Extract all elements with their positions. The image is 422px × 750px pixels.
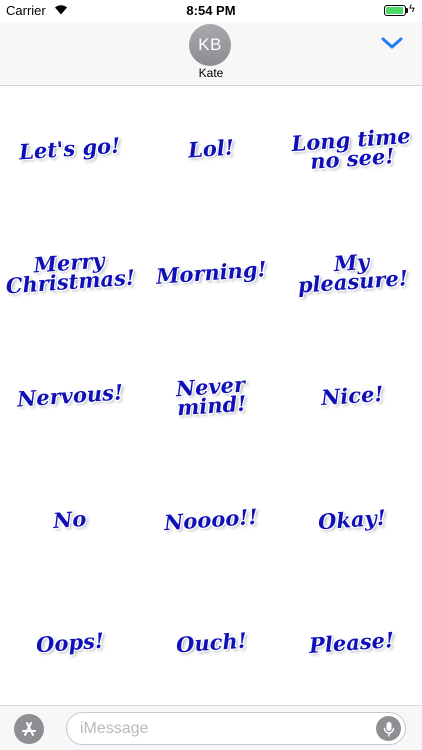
sticker-text: Morning! — [154, 255, 268, 289]
sticker[interactable]: Ouch! — [141, 581, 281, 704]
sticker-text: Nice! — [319, 381, 385, 411]
message-input-bar — [0, 705, 422, 750]
sticker-text: My pleasure! — [296, 248, 409, 298]
app-store-button[interactable] — [14, 714, 44, 744]
sticker-text: Please! — [308, 627, 396, 659]
microphone-button[interactable] — [376, 716, 401, 741]
sticker[interactable]: Nice! — [282, 334, 422, 457]
sticker[interactable]: Nervous! — [0, 334, 140, 457]
message-field[interactable] — [66, 712, 406, 745]
sticker-text: Ouch! — [174, 627, 248, 658]
sticker-grid: Let's go! Lol! Long time no see! Merry Chri… — [0, 87, 422, 705]
clock: 8:54 PM — [186, 3, 236, 18]
sticker-text: Okay! — [317, 504, 387, 535]
contact-name[interactable]: Kate — [0, 66, 422, 80]
sticker-text: Merry Christmas! — [5, 247, 137, 299]
sticker-text: Oops! — [35, 628, 105, 658]
sticker[interactable]: Lol! — [141, 87, 281, 210]
chevron-down-icon[interactable] — [381, 36, 403, 50]
sticker-text: Never mind! — [174, 371, 248, 421]
battery-level — [386, 7, 403, 14]
sticker[interactable]: Oops! — [0, 581, 140, 704]
sticker[interactable]: Please! — [282, 581, 422, 704]
battery-icon — [384, 5, 406, 16]
sticker[interactable]: Long time no see! — [282, 87, 422, 210]
avatar-initials: KB — [198, 35, 222, 54]
sticker[interactable]: Never mind! — [141, 334, 281, 457]
battery-tip — [406, 8, 408, 13]
sticker-text: Long time no see! — [290, 122, 412, 174]
sticker[interactable]: Okay! — [282, 458, 422, 581]
sticker[interactable]: My pleasure! — [282, 211, 422, 334]
charging-bolt-icon: ϟ — [409, 3, 415, 15]
sticker-text: Noooo!! — [163, 503, 259, 536]
sticker[interactable]: Noooo!! — [141, 458, 281, 581]
app-store-icon — [22, 722, 36, 736]
microphone-icon — [383, 721, 394, 737]
contact-avatar[interactable]: KB — [189, 24, 231, 66]
sticker[interactable]: Merry Christmas! — [0, 211, 140, 334]
sticker[interactable]: Morning! — [141, 211, 281, 334]
sticker-text: Lol! — [187, 134, 235, 163]
sticker[interactable]: Let's go! — [0, 87, 140, 210]
sticker[interactable]: No — [0, 458, 140, 581]
status-bar: Carrier 8:54 PM ϟ — [0, 0, 422, 22]
sticker-text: Let's go! — [18, 132, 122, 165]
sticker-text: Nervous! — [16, 379, 124, 412]
sticker-text: No — [52, 505, 88, 533]
conversation-header: KB Kate — [0, 22, 422, 86]
